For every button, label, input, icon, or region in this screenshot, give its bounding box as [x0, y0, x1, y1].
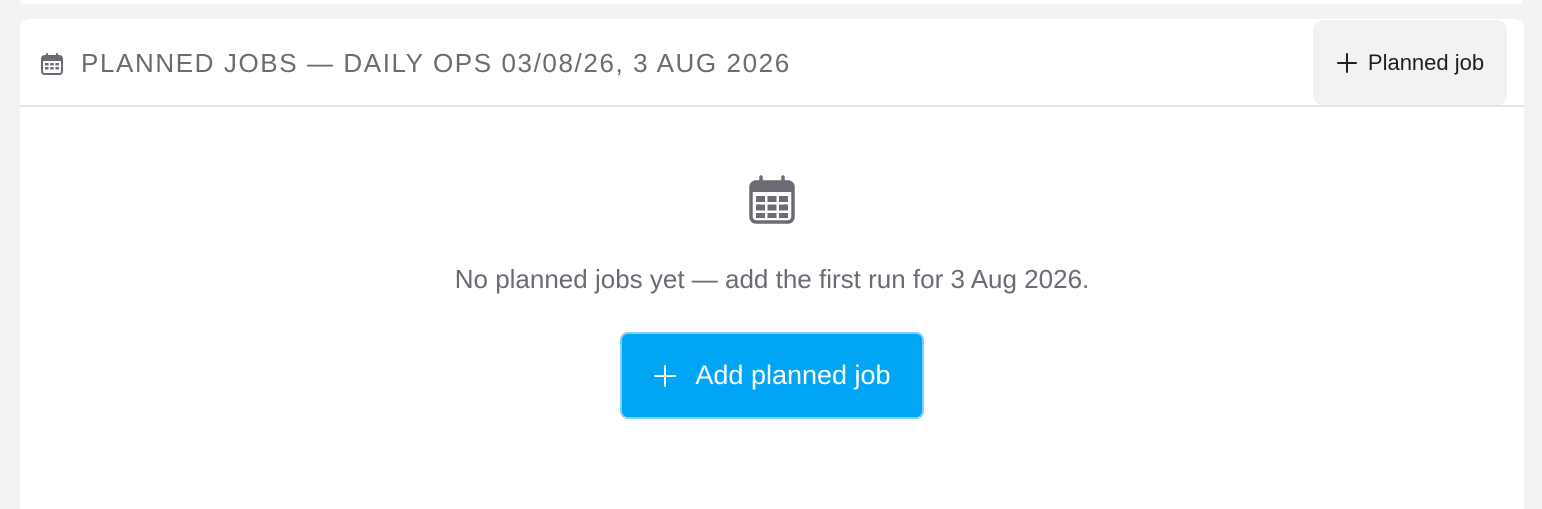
- calendar-icon: [749, 175, 795, 224]
- add-planned-job-button[interactable]: Add planned job: [620, 332, 924, 419]
- calendar-icon: [41, 53, 63, 75]
- empty-state: No planned jobs yet — add the first run …: [20, 107, 1524, 487]
- previous-card: [20, 0, 1523, 4]
- panel-header: PLANNED JOBS — DAILY OPS 03/08/26, 3 AUG…: [20, 19, 1524, 107]
- plus-icon: [654, 364, 677, 387]
- header-button-label: Planned job: [1367, 49, 1485, 75]
- empty-state-message: No planned jobs yet — add the first run …: [454, 264, 1090, 294]
- add-planned-job-header-button[interactable]: Planned job: [1313, 20, 1507, 105]
- plus-icon: [1336, 52, 1357, 73]
- planned-jobs-panel: PLANNED JOBS — DAILY OPS 03/08/26, 3 AUG…: [20, 19, 1524, 509]
- add-planned-job-label: Add planned job: [695, 360, 891, 390]
- panel-title: PLANNED JOBS — DAILY OPS 03/08/26, 3 AUG…: [81, 48, 791, 78]
